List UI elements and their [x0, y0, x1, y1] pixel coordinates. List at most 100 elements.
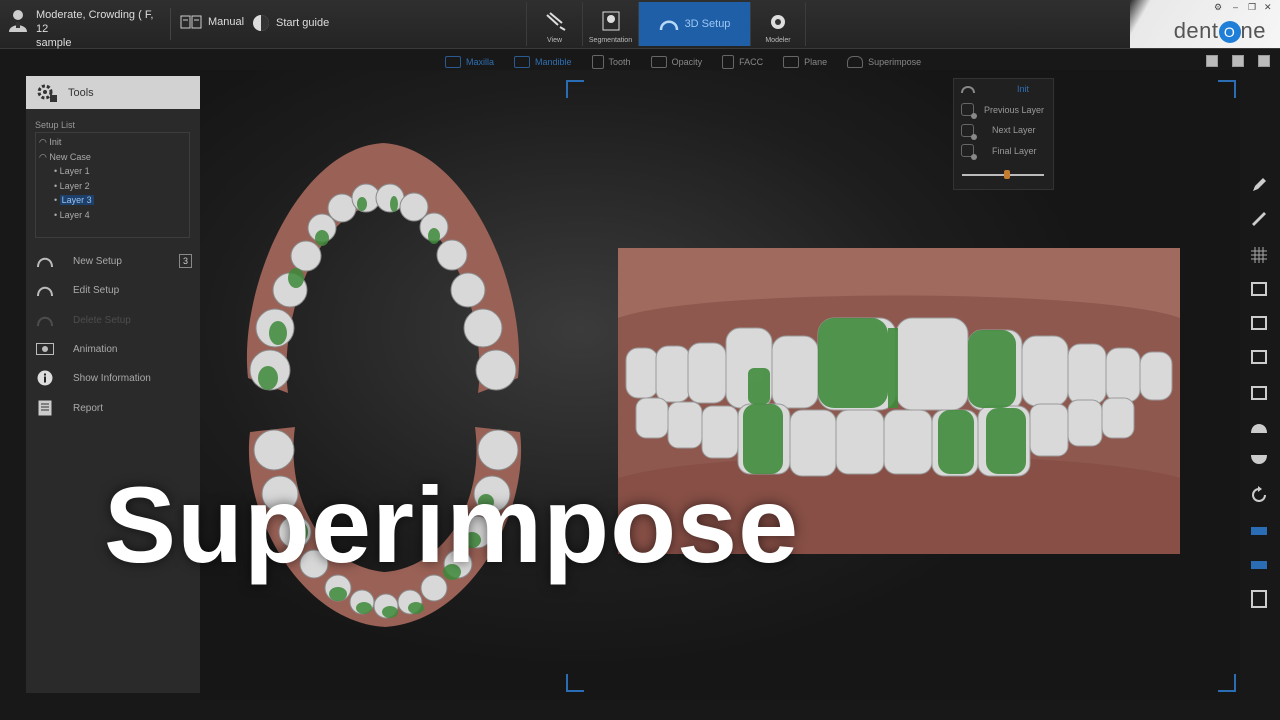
lower-arch-tool-icon[interactable] — [1250, 314, 1268, 332]
animation-label: Animation — [73, 343, 118, 355]
divider — [170, 8, 171, 40]
new-setup-label: New Setup — [73, 255, 122, 267]
superimpose-init-item[interactable]: Init — [954, 79, 1053, 100]
next-layer-label: Next Layer — [992, 125, 1036, 136]
setup-list-item[interactable]: • Layer 2 — [36, 179, 189, 194]
grid-icon[interactable] — [1250, 246, 1268, 264]
upper-arch-tool-icon[interactable] — [1250, 280, 1268, 298]
setup-list-item-selected[interactable]: • Layer 3 — [36, 193, 189, 208]
maxilla-view-icon[interactable] — [1250, 418, 1268, 436]
superimpose-toggle[interactable]: Superimpose — [847, 56, 921, 68]
setup-list-item[interactable]: ◠ Init — [36, 135, 189, 150]
plane-toggle[interactable]: Plane — [783, 56, 827, 68]
superimpose-init-label: Init — [1017, 84, 1030, 95]
tooth-label: Tooth — [608, 57, 631, 67]
mode-view-label: View — [546, 37, 563, 44]
restore-icon[interactable]: ❐ — [1248, 2, 1256, 13]
opacity-icon — [650, 56, 667, 68]
previous-layer-item[interactable]: Previous Layer — [954, 100, 1053, 121]
side-view-tool-icon[interactable] — [1250, 384, 1268, 402]
opacity-toggle[interactable]: Opacity — [650, 56, 703, 68]
overlay-title: Superimpose — [104, 464, 800, 585]
export-icon[interactable] — [1250, 590, 1268, 608]
ruler-icon[interactable] — [1250, 210, 1268, 228]
info-icon — [36, 370, 54, 386]
start-guide-button[interactable]: Start guide — [252, 14, 329, 32]
new-setup-button[interactable]: New Setup — [36, 253, 122, 269]
next-layer-icon — [961, 123, 977, 140]
delete-setup-button[interactable]: Delete Setup — [36, 312, 131, 328]
minimize-icon[interactable]: – — [1233, 2, 1238, 12]
edit-setup-button[interactable]: Edit Setup — [36, 282, 119, 298]
segmentation-icon — [602, 11, 619, 31]
setup-list-item-label: Layer 4 — [59, 209, 90, 220]
layer-slider-track[interactable] — [962, 174, 1044, 176]
patient-name: Moderate, Crowding ( F, 12 — [36, 9, 154, 35]
animation-button[interactable]: Animation — [36, 341, 117, 357]
layout-split-button[interactable] — [1232, 55, 1244, 67]
mode-segmentation[interactable]: Segmentation — [582, 2, 638, 46]
mode-view[interactable]: View — [526, 2, 582, 46]
logo-text-post: ne — [1240, 18, 1266, 43]
show-information-button[interactable]: Show Information — [36, 370, 151, 386]
next-layer-item[interactable]: Next Layer — [954, 120, 1053, 141]
setup-list-item[interactable]: • Layer 1 — [36, 164, 189, 179]
report-label: Report — [73, 402, 104, 414]
mandible-icon — [514, 56, 531, 68]
maxilla-label: Maxilla — [466, 57, 495, 67]
layout-single-button[interactable] — [1206, 55, 1218, 67]
final-layer-item[interactable]: Final Layer — [954, 141, 1053, 162]
mandible-toggle[interactable]: Mandible — [514, 56, 572, 68]
facc-toggle[interactable]: FACC — [722, 55, 763, 69]
manual-button[interactable]: Manual — [180, 14, 244, 30]
close-icon[interactable]: ✕ — [1264, 2, 1272, 13]
superimpose-icon — [847, 56, 864, 68]
mandible-view-icon[interactable] — [1250, 452, 1268, 470]
maxilla-occlusal-model[interactable] — [238, 128, 528, 413]
setup-list-label: Setup List — [35, 120, 76, 130]
layer-slider-handle[interactable] — [1004, 170, 1011, 179]
final-layer-icon — [961, 144, 977, 161]
3d-viewport[interactable]: Init Previous Layer Next Layer Final Lay… — [200, 70, 1240, 700]
rotate-icon[interactable] — [1250, 486, 1268, 504]
setup-list-item-label: New Case — [49, 151, 91, 162]
arch-icon — [961, 86, 975, 94]
logo-text-pre: dent — [1173, 18, 1219, 43]
layout-quad-button[interactable] — [1258, 55, 1270, 67]
occlusion-tool-icon[interactable] — [1250, 348, 1268, 366]
blue-lower-tool-icon[interactable] — [1250, 556, 1268, 574]
patient-avatar-icon — [9, 10, 27, 32]
film-icon — [36, 341, 54, 357]
setup-list-item-label: Layer 3 — [59, 195, 94, 205]
pencil-icon[interactable] — [1250, 176, 1268, 194]
setup-list-item-label: Layer 1 — [59, 166, 90, 176]
maxilla-icon — [445, 56, 461, 68]
facc-label: FACC — [739, 57, 764, 67]
logo: dent One — [1174, 18, 1266, 44]
tools-panel: Tools Setup List ◠ Init ◠ New Case • Lay… — [26, 76, 200, 693]
mode-modeler[interactable]: Modeler — [750, 2, 806, 46]
tools-header[interactable]: Tools — [26, 76, 200, 109]
tooth-icon — [591, 55, 604, 69]
maxilla-toggle[interactable]: Maxilla — [445, 56, 494, 68]
tools-title: Tools — [68, 86, 94, 99]
view-toolbar: Maxilla Mandible Tooth Opacity FACC Plan… — [445, 54, 935, 70]
previous-layer-icon — [961, 103, 977, 120]
settings-icon[interactable]: ⚙ — [1214, 2, 1222, 13]
report-button[interactable]: Report — [36, 400, 103, 416]
tooth-toggle[interactable]: Tooth — [591, 55, 631, 69]
superimpose-label: Superimpose — [868, 57, 922, 67]
mode-3d-setup[interactable]: 3D Setup — [638, 2, 750, 46]
setup-list-item[interactable]: • Layer 4 — [36, 208, 189, 223]
view-hand-icon — [545, 12, 566, 31]
view-corner-marker — [566, 80, 584, 98]
arch-icon — [659, 20, 678, 31]
setup-list-item-label: Init — [49, 137, 62, 147]
blue-upper-tool-icon[interactable] — [1250, 522, 1268, 540]
patient-subtitle: sample — [36, 37, 72, 49]
view-corner-marker — [1218, 674, 1236, 692]
edit-setup-label: Edit Setup — [73, 284, 120, 296]
patient-info[interactable]: Moderate, Crowding ( F, 12 sample — [8, 8, 166, 50]
setup-list-item[interactable]: ◠ New Case — [36, 150, 189, 165]
opacity-label: Opacity — [671, 57, 703, 67]
